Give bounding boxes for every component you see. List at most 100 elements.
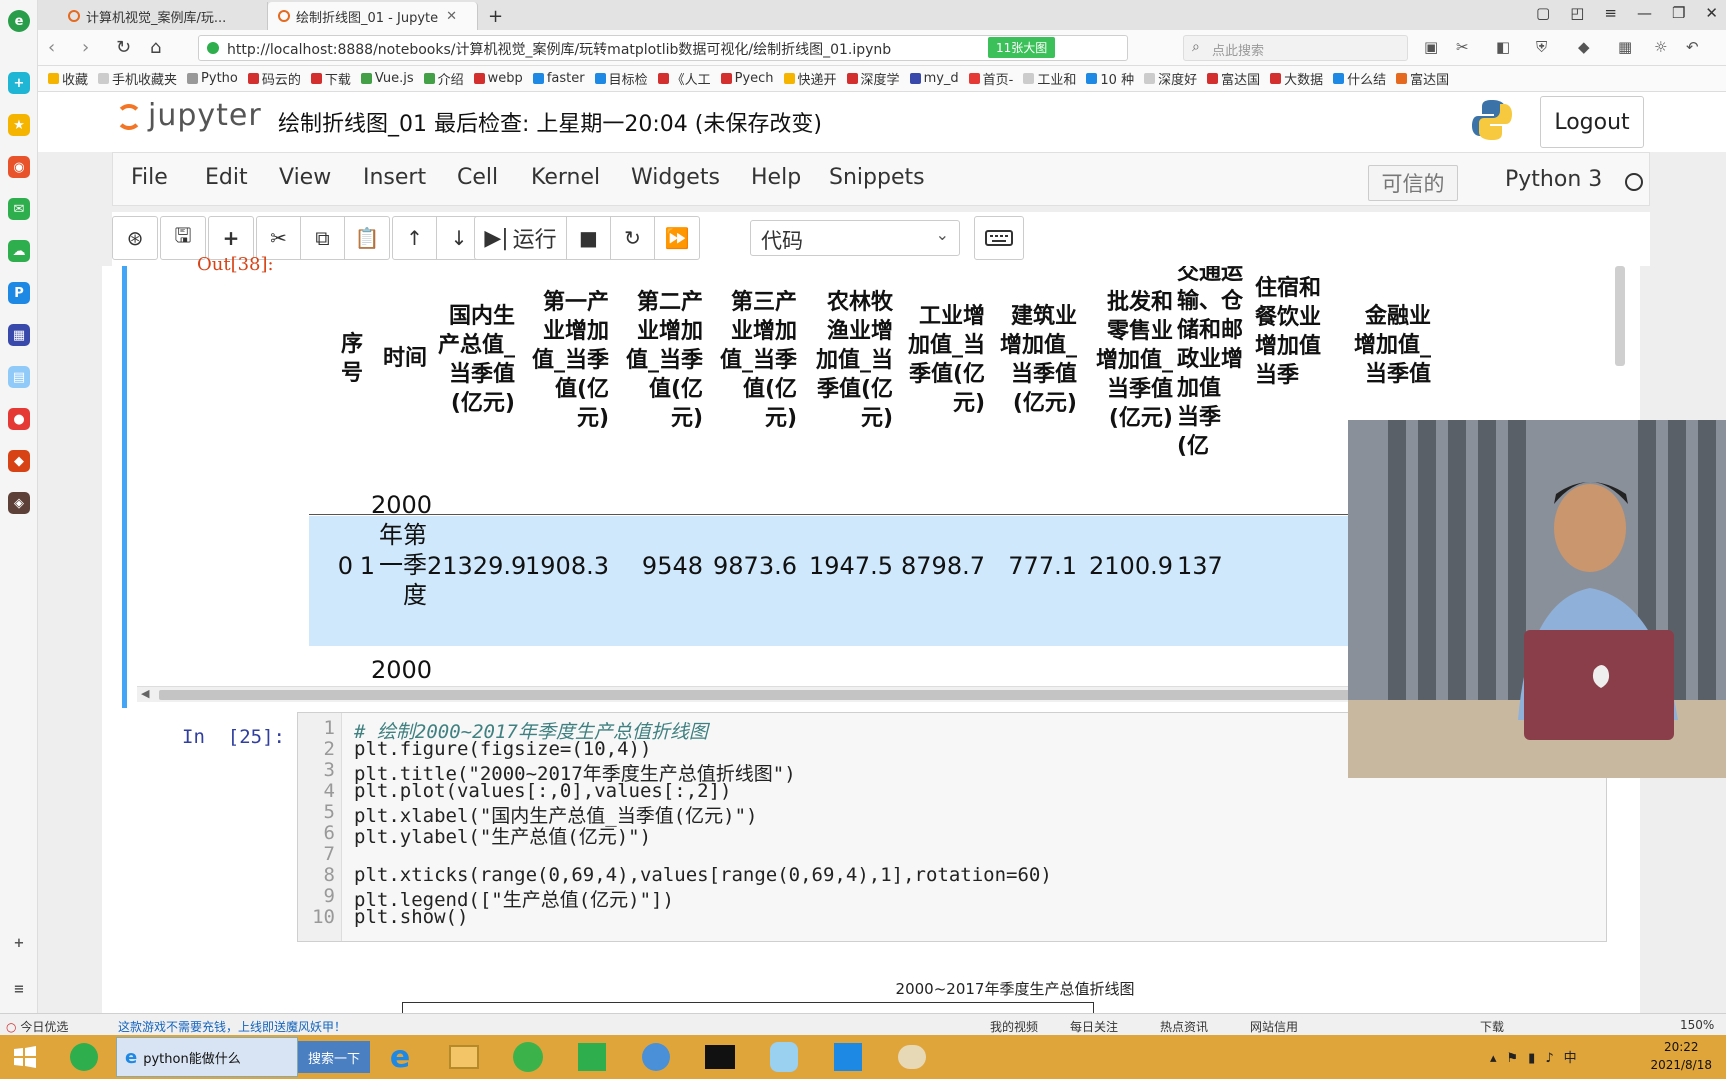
fast-forward-icon[interactable]: ⏩: [655, 217, 699, 259]
bookmark-item[interactable]: 介绍: [423, 69, 470, 88]
menu-insert[interactable]: Insert: [363, 165, 426, 190]
keyboard-shortcuts-icon[interactable]: [974, 216, 1024, 260]
bookmark-item[interactable]: Vue.js: [360, 71, 420, 86]
extension-icon[interactable]: ◧: [1496, 38, 1510, 56]
bookmark-item[interactable]: 下载: [310, 69, 357, 88]
back-icon[interactable]: ‹: [48, 37, 55, 58]
tab-notebook[interactable]: 绘制折线图_01 - Jupyte ✕: [268, 2, 478, 30]
reload-icon[interactable]: ↻: [116, 37, 131, 58]
forward-icon[interactable]: ›: [82, 37, 89, 58]
taskbar-clock[interactable]: 20:22 2021/8/18: [1650, 1038, 1712, 1074]
file-explorer-icon[interactable]: [436, 1037, 492, 1077]
app-red-icon[interactable]: ●: [8, 408, 30, 430]
bookmark-item[interactable]: Pytho: [187, 71, 244, 86]
bookmark-item[interactable]: webp: [473, 71, 529, 86]
command-palette-icon[interactable]: ⊛: [113, 217, 157, 259]
paint-icon[interactable]: [884, 1037, 940, 1077]
copy-icon[interactable]: ⧉: [301, 217, 345, 259]
scissors-icon[interactable]: ✂: [1456, 38, 1469, 56]
menu-widgets[interactable]: Widgets: [631, 165, 720, 190]
tab-count-icon[interactable]: ▢: [1536, 4, 1550, 22]
new-tab-button[interactable]: +: [478, 2, 513, 30]
menu-file[interactable]: File: [131, 165, 168, 190]
kernel-name[interactable]: Python 3: [1505, 167, 1602, 192]
restart-icon[interactable]: ↻: [611, 217, 655, 259]
vpn-icon[interactable]: [820, 1037, 876, 1077]
close-tab-icon[interactable]: ✕: [446, 9, 457, 24]
interrupt-icon[interactable]: ■: [567, 217, 611, 259]
bookmark-item[interactable]: 目标检: [594, 69, 654, 88]
skin-icon[interactable]: ◰: [1570, 4, 1584, 22]
close-window-icon[interactable]: ✕: [1705, 4, 1718, 22]
cloud-icon[interactable]: ☁: [8, 240, 30, 262]
menu-icon[interactable]: ≡: [8, 978, 30, 1000]
search-input[interactable]: ⌕ 点此搜索: [1183, 35, 1408, 61]
trusted-indicator[interactable]: 可信的: [1368, 165, 1458, 201]
bookmark-item[interactable]: 《人工: [657, 69, 717, 88]
bookmark-item[interactable]: 富达国: [1396, 69, 1455, 88]
scroll-left-icon[interactable]: ◀: [141, 687, 149, 700]
bookmark-item[interactable]: 首页-: [968, 69, 1020, 88]
browser-taskbar-icon[interactable]: [56, 1037, 112, 1077]
taskbar-active-window[interactable]: e python能做什么: [116, 1037, 298, 1077]
ad-text-link[interactable]: 这款游戏不需要充钱，上线即送魔风妖甲！: [118, 1018, 346, 1035]
start-button-icon[interactable]: [0, 1037, 50, 1077]
taskbar-search-button[interactable]: 搜索一下: [298, 1041, 370, 1073]
tab-nav-icon[interactable]: [38, 2, 58, 30]
360-browser-icon[interactable]: [500, 1037, 556, 1077]
favorites-icon[interactable]: ★: [8, 114, 30, 136]
bookmark-item[interactable]: Pyech: [720, 71, 780, 86]
menu-view[interactable]: View: [279, 165, 331, 190]
game2-icon[interactable]: ◈: [8, 492, 30, 514]
bookmark-item[interactable]: 工业和: [1023, 69, 1082, 88]
run-button[interactable]: ▶| 运行: [475, 217, 567, 259]
menu-snippets[interactable]: Snippets: [829, 165, 925, 190]
grid-icon[interactable]: ▦: [1618, 38, 1632, 56]
sidebar-app-icon[interactable]: +: [8, 72, 30, 94]
restore-icon[interactable]: ❐: [1672, 4, 1685, 22]
bookmark-item[interactable]: 码云的: [247, 69, 307, 88]
minimize-icon[interactable]: —: [1637, 4, 1652, 22]
zoom-level[interactable]: 150%: [1680, 1018, 1714, 1032]
menu-help[interactable]: Help: [751, 165, 801, 190]
bookmark-item[interactable]: 深度学: [846, 69, 906, 88]
mail-icon[interactable]: ✉: [8, 198, 30, 220]
ie-taskbar-icon[interactable]: e: [372, 1037, 428, 1077]
insert-cell-icon[interactable]: +: [209, 217, 253, 259]
bookmark-item[interactable]: my_d: [909, 71, 965, 86]
store-icon[interactable]: [564, 1037, 620, 1077]
bookmark-item[interactable]: 快递开: [783, 69, 843, 88]
bookmark-item[interactable]: 大数据: [1270, 69, 1329, 88]
menu-cell[interactable]: Cell: [457, 165, 498, 190]
bookmark-item[interactable]: 什么结: [1333, 69, 1392, 88]
site-credit-link[interactable]: 网站信用: [1250, 1018, 1298, 1035]
brightness-icon[interactable]: ☼: [1654, 38, 1667, 56]
terminal-icon[interactable]: [692, 1037, 748, 1077]
hot-news-link[interactable]: 热点资讯: [1160, 1018, 1208, 1035]
tab-casebook[interactable]: 计算机视觉_案例库/玩...: [58, 2, 268, 30]
daily-picks-link[interactable]: ○ 今日优选: [6, 1018, 68, 1035]
weibo-icon[interactable]: ◉: [8, 156, 30, 178]
menu-kernel[interactable]: Kernel: [531, 165, 600, 190]
save-icon[interactable]: 🖫: [161, 217, 205, 259]
cut-icon[interactable]: ✂: [257, 217, 301, 259]
download-link[interactable]: 下载: [1480, 1018, 1504, 1035]
browser-logo-icon[interactable]: e: [8, 10, 30, 32]
reader-icon[interactable]: ▣: [1424, 38, 1438, 56]
settings-menu-icon[interactable]: ≡: [1604, 4, 1617, 22]
bookmark-item[interactable]: faster: [532, 71, 591, 86]
vertical-scrollbar[interactable]: [1615, 266, 1625, 366]
cell-type-select[interactable]: 代码 ⌄: [750, 220, 960, 256]
undo-icon[interactable]: ↶: [1686, 38, 1699, 56]
feather-icon[interactable]: [628, 1037, 684, 1077]
bookmark-item[interactable]: 富达国: [1207, 69, 1266, 88]
move-up-icon[interactable]: ↑: [393, 217, 437, 259]
bookmark-item[interactable]: 收藏: [48, 69, 94, 88]
menu-edit[interactable]: Edit: [205, 165, 248, 190]
logout-button[interactable]: Logout: [1540, 96, 1644, 148]
game-icon[interactable]: ◆: [8, 450, 30, 472]
image-count-badge[interactable]: 11张大图: [988, 37, 1056, 58]
qq-icon[interactable]: [756, 1037, 812, 1077]
system-tray[interactable]: ▴⚑▮♪中: [1490, 1047, 1587, 1066]
notebook-title[interactable]: 绘制折线图_01 最后检查: 上星期一20:04 (未保存改变): [278, 106, 822, 138]
